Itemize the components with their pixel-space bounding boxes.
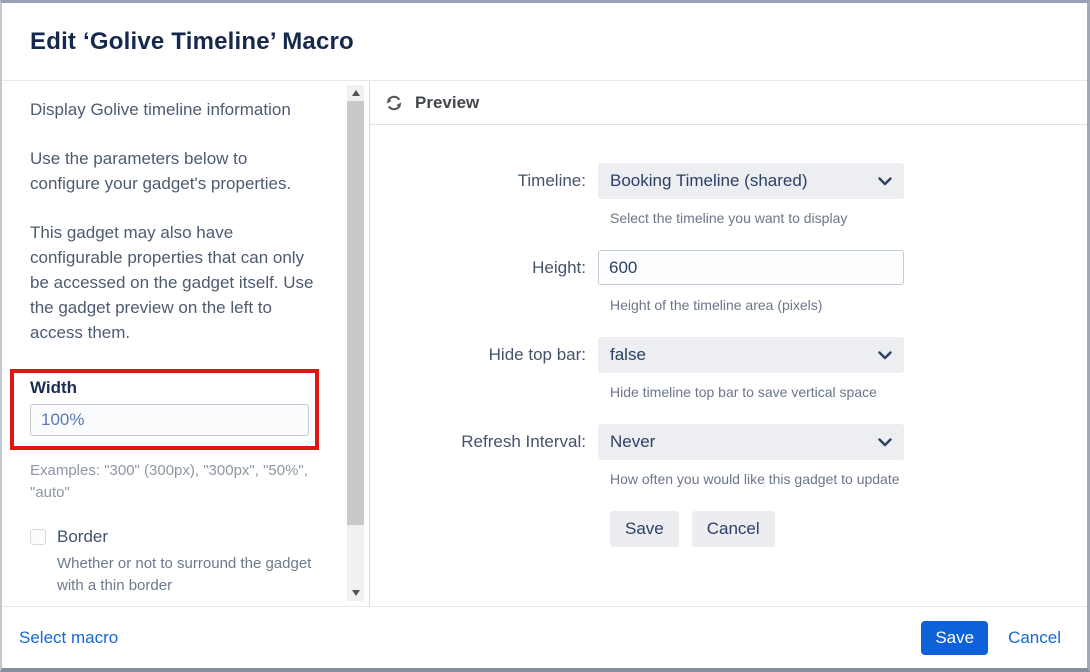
preview-cancel-button[interactable]: Cancel xyxy=(692,511,775,547)
gadget-note: This gadget may also have configurable p… xyxy=(30,220,319,345)
cancel-link[interactable]: Cancel xyxy=(1008,628,1061,648)
scrollbar-thumb[interactable] xyxy=(347,101,364,525)
scrollbar-down-arrow-icon[interactable] xyxy=(347,585,364,601)
preview-panel: Preview Timeline: Booking Timeline (shar… xyxy=(370,81,1087,606)
hide-top-bar-label: Hide top bar: xyxy=(370,337,598,373)
macro-parameters-form: Timeline: Booking Timeline (shared) Sele… xyxy=(370,125,1087,547)
timeline-select-value: Booking Timeline (shared) xyxy=(610,171,807,191)
dialog-titlebar: Edit ‘Golive Timeline’ Macro xyxy=(2,3,1087,81)
timeline-select[interactable]: Booking Timeline (shared) xyxy=(598,163,904,199)
scrollbar-up-arrow-icon[interactable] xyxy=(347,85,364,101)
macro-edit-dialog: Edit ‘Golive Timeline’ Macro Display Gol… xyxy=(0,0,1090,672)
height-input[interactable] xyxy=(598,250,904,285)
refresh-interval-select-value: Never xyxy=(610,432,655,452)
timeline-help-text: Select the timeline you want to display xyxy=(610,210,1087,226)
hide-top-bar-select-value: false xyxy=(610,345,646,365)
border-checkbox-label: Border xyxy=(57,524,108,549)
parameters-panel: Display Golive timeline information Use … xyxy=(2,81,370,606)
hide-top-bar-select[interactable]: false xyxy=(598,337,904,373)
height-help-text: Height of the timeline area (pixels) xyxy=(610,297,1087,313)
refresh-interval-select[interactable]: Never xyxy=(598,424,904,460)
parameters-instructions: Use the parameters below to configure yo… xyxy=(30,146,319,196)
dialog-footer: Select macro Save Cancel xyxy=(2,606,1087,668)
timeline-label: Timeline: xyxy=(370,163,598,199)
width-examples-hint: Examples: "300" (300px), "300px", "50%",… xyxy=(30,460,319,504)
chevron-down-icon xyxy=(878,438,892,447)
preview-save-button[interactable]: Save xyxy=(610,511,679,547)
refresh-icon[interactable] xyxy=(384,93,404,113)
save-button[interactable]: Save xyxy=(921,621,988,655)
hide-top-bar-help-text: Hide timeline top bar to save vertical s… xyxy=(610,384,1087,400)
refresh-interval-label: Refresh Interval: xyxy=(370,424,598,460)
preview-title: Preview xyxy=(415,93,479,113)
refresh-interval-help-text: How often you would like this gadget to … xyxy=(610,471,1087,487)
left-panel-scrollbar[interactable] xyxy=(347,85,364,601)
width-field-label: Width xyxy=(30,375,309,400)
dialog-title: Edit ‘Golive Timeline’ Macro xyxy=(30,28,354,56)
select-macro-link[interactable]: Select macro xyxy=(19,628,118,648)
chevron-down-icon xyxy=(878,351,892,360)
chevron-down-icon xyxy=(878,177,892,186)
macro-description: Display Golive timeline information xyxy=(30,97,319,122)
width-field-highlight: Width xyxy=(10,369,319,450)
preview-header: Preview xyxy=(370,81,1087,125)
border-checkbox[interactable] xyxy=(30,529,46,545)
width-input[interactable] xyxy=(30,404,309,436)
border-help-text: Whether or not to surround the gadget wi… xyxy=(57,553,319,597)
height-label: Height: xyxy=(370,250,598,286)
